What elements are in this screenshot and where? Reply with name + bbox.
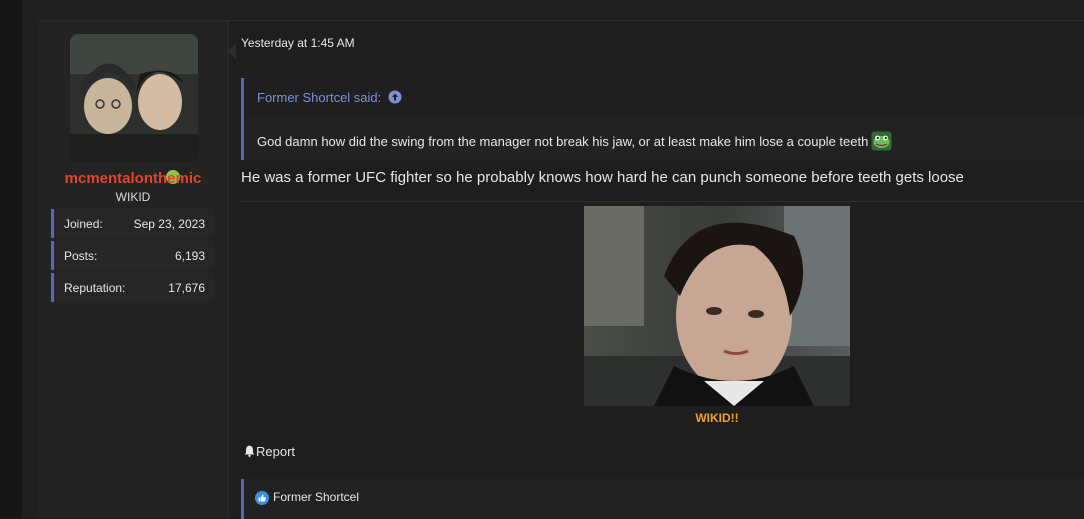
user-title: WIKID [115,190,151,204]
previous-post-edge [38,0,1084,21]
user-sidebar: mcmentalonthemic WIKID Joined: Sep 23, 2… [38,21,229,518]
report-link[interactable]: Report [244,444,295,459]
post-image[interactable] [584,206,850,406]
stat-posts: Posts: 6,193 [51,241,214,270]
quote-block: Former Shortcel said: God damn how did t… [241,78,1084,160]
stat-value[interactable]: 6,193 [175,249,205,263]
username[interactable]: mcmentalonthemic [38,170,228,187]
report-label: Report [256,444,296,459]
stat-label: Joined: [64,217,103,231]
avatar[interactable] [70,34,198,162]
post-message: He was a former UFC fighter so he probab… [241,169,964,186]
reaction-user[interactable]: Former Shortcel [273,490,359,504]
stat-joined: Joined: Sep 23, 2023 [51,209,214,238]
avatar-photo [70,34,198,162]
like-icon [255,491,269,505]
divider [241,201,1084,202]
page-left-rail [0,0,22,518]
post-pointer-arrow [228,43,236,59]
stat-value: Sep 23, 2023 [133,217,205,231]
stat-label: Posts: [64,249,98,263]
quote-header: Former Shortcel said: [244,78,1084,118]
reactions-bar: Former Shortcel [241,479,1084,519]
post-image-photo [584,206,850,406]
arrow-up-circle-icon[interactable] [388,90,402,104]
quote-text: God damn how did the swing from the mana… [257,134,869,149]
post-content: Yesterday at 1:45 AM Former Shortcel sai… [228,21,1084,519]
bell-icon [244,445,255,457]
page-gutter [22,0,38,518]
post-date[interactable]: Yesterday at 1:45 AM [241,36,355,50]
quote-author[interactable]: Former Shortcel said: [257,90,381,105]
forum-post: mcmentalonthemic WIKID Joined: Sep 23, 2… [38,21,1084,519]
stat-label: Reputation: [64,281,126,295]
stat-value: 17,676 [168,281,205,295]
frog-emoji-icon [871,131,892,151]
stat-reputation: Reputation: 17,676 [51,273,214,302]
quote-body: God damn how did the swing from the mana… [257,131,892,151]
image-caption: WIKID!! [695,411,739,425]
